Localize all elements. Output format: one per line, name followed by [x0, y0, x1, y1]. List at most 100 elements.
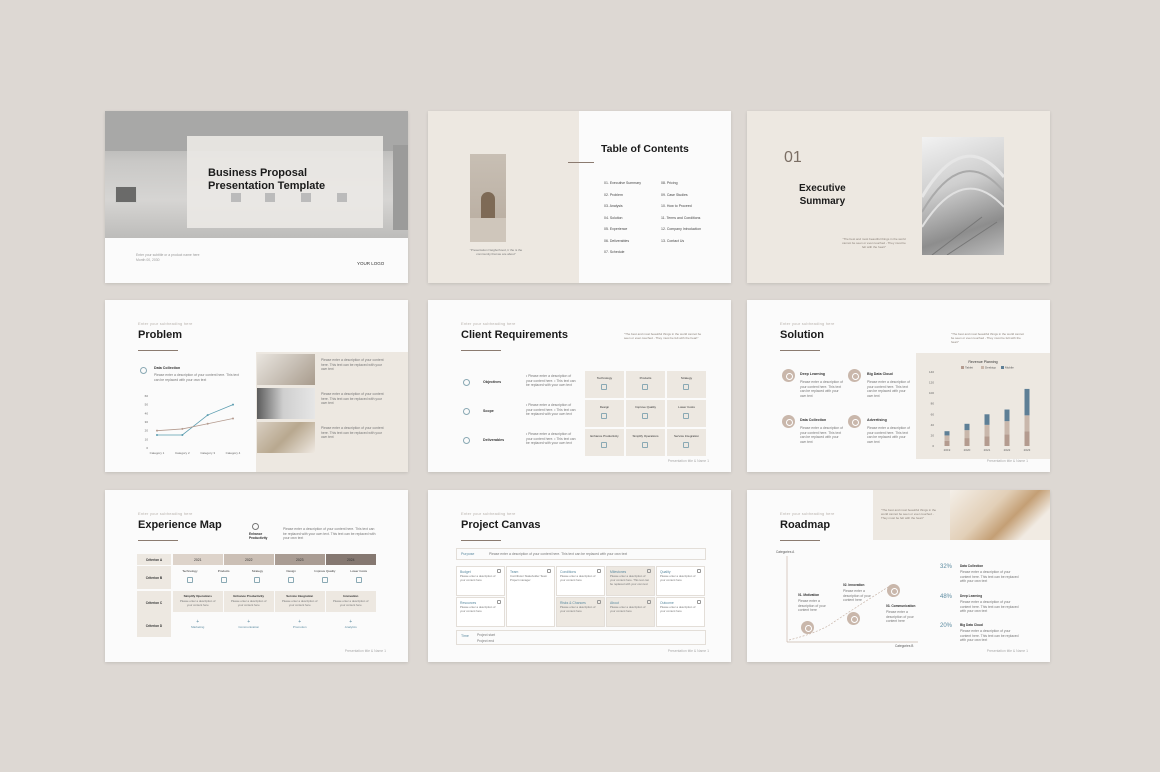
data-point [232, 403, 234, 406]
toc-title: Table of Contents [601, 143, 689, 155]
toc-item[interactable]: 02. Problem [604, 190, 641, 202]
requirement-cell-label: Strategy [680, 376, 693, 380]
requirement-cell-icon [683, 384, 689, 390]
y-tick-label: 0 [146, 446, 148, 450]
toc-item[interactable]: 09. Case Studies [661, 190, 701, 202]
roadmap-step-1: 01. Motivation [798, 593, 820, 597]
row-c-label: Innovation [343, 594, 359, 598]
row-b-icon [220, 577, 227, 583]
target-icon [463, 379, 470, 386]
slide-table-of-contents[interactable]: "Presentation Neigborhood, tr the is the… [428, 111, 731, 283]
requirement-cell-label: Simplify Operations [632, 434, 659, 438]
canvas-box-text: Please enter a description of your conte… [660, 574, 696, 582]
experience-title: Experience Map [138, 519, 222, 531]
cover-date: Month 00, 2030 [136, 257, 160, 262]
roadmap-quote: "The best and most beautiful things in t… [881, 508, 937, 520]
requirement-cell-label: Service Integration [673, 434, 699, 438]
advertising-icon [848, 415, 861, 428]
bar-segment [984, 414, 990, 425]
canvas-box: About Please enter a description of your … [606, 597, 655, 627]
y-tick-label: 30 [145, 420, 149, 424]
toc-item[interactable]: 03. Analysis [604, 201, 641, 213]
row-d-cell: + Marketing [173, 614, 223, 637]
slide-cover[interactable]: Business Proposal Presentation Template … [105, 111, 408, 283]
slide-experience-map[interactable]: Enter your subheading here Experience Ma… [105, 490, 408, 662]
canvas-box-text: Please enter a description of your conte… [460, 574, 496, 582]
canvas-box-icon [597, 569, 601, 573]
toc-item[interactable]: 12. Company Introduction [661, 224, 701, 236]
row-b-icon [254, 577, 261, 583]
wood-curve-photo [950, 490, 1050, 540]
toc-item[interactable]: 08. Pricing [661, 178, 701, 190]
toc-item[interactable]: 04. Solution [604, 213, 641, 225]
row-b-cell: Technology [173, 566, 207, 589]
toc-item[interactable]: 10. How to Proceed [661, 201, 701, 213]
row-c-label: Simplify Operations [183, 594, 212, 598]
x-tick-label: 2020 [964, 448, 971, 452]
canvas-box-text: Please enter a description of your conte… [660, 605, 696, 613]
y-tick-label: 50 [145, 403, 149, 407]
requirement-cell-icon [683, 442, 689, 448]
slide-solution[interactable]: Enter your subheading here Solution "The… [747, 300, 1050, 472]
slide-executive-summary[interactable]: 01 Executive Summary "The best and most … [747, 111, 1050, 283]
row-b-label: Improve Quality [314, 569, 336, 573]
solution-item-text-2: Please enter a description of your conte… [867, 380, 910, 398]
canvas-box-icon [497, 600, 501, 604]
x-tick-label: Category 2 [175, 451, 190, 455]
problem-photo-text-1: Please enter a description of your conte… [321, 358, 384, 372]
problem-photo-text-3: Please enter a description of your conte… [321, 426, 384, 440]
y-tick-label: 120 [929, 381, 934, 385]
canvas-box: Outcome Please enter a description of you… [656, 597, 705, 627]
x-tick-label: 2019 [944, 448, 951, 452]
slide-roadmap[interactable]: Enter your subheading here Roadmap "The … [747, 490, 1050, 662]
toc-item[interactable]: 05. Experience [604, 224, 641, 236]
year-header: 2023 [275, 554, 325, 565]
row-b-cell: Products [207, 566, 241, 589]
row-c-text: Please enter a description of your conte… [333, 599, 369, 607]
requirement-cell: Lower Costs [667, 400, 706, 427]
bar-segment [944, 435, 950, 441]
canvas-box: Conditions Please enter a description of … [556, 566, 605, 596]
requirement-cell-label: Technology [596, 376, 613, 380]
roadmap-title: Roadmap [780, 519, 831, 531]
requirement-cell: Enhance Productivity [585, 429, 624, 456]
row-c-cell: Simplify Operations Please enter a descri… [173, 591, 223, 612]
toc-item[interactable]: 07. Schedule [604, 247, 641, 259]
data-point [181, 434, 184, 436]
problem-section-text: Please enter a description of your conte… [154, 373, 239, 382]
y-tick-label: 80 [931, 402, 935, 406]
bar-segment [1004, 421, 1010, 435]
problem-title: Problem [138, 329, 183, 341]
toc-item[interactable]: 13. Contact Us [661, 236, 701, 248]
criterion-label: Criterion C [137, 591, 171, 614]
roadmap-step-3: 03. Communication [886, 604, 916, 608]
row-b-icon [288, 577, 295, 583]
bar-segment [964, 430, 970, 439]
slide-client-requirements[interactable]: Enter your subheading here Client Requir… [428, 300, 731, 472]
slide-footer: Presentation title & Name 1 [667, 649, 709, 653]
slide-project-canvas[interactable]: Enter your subheading here Project Canva… [428, 490, 731, 662]
requirement-text-objectives: • Please enter a description of your con… [526, 374, 576, 388]
slide-footer: Presentation title & Name 1 [986, 649, 1028, 653]
canvas-box-icon [547, 569, 551, 573]
bar-segment [984, 424, 990, 437]
problem-section-title: Data Collection [154, 366, 181, 370]
problem-line-chart: 0 10 20 30 40 50 60 Category 1 Category 2 Categor… [145, 394, 241, 455]
slide-problem[interactable]: Enter your subheading here Problem Data … [105, 300, 408, 472]
canvas-box-icon [497, 569, 501, 573]
time-start: Project start [477, 633, 496, 637]
requirement-cell-label: Improve Quality [634, 405, 656, 409]
toc-item[interactable]: 11. Terms and Conditions [661, 213, 701, 225]
experience-badge: Enhance Productivity [249, 532, 268, 541]
toc-list-right: 08. Pricing 09. Case Studies 10. How to Pr… [661, 178, 701, 247]
canvas-box-icon [697, 569, 701, 573]
requirement-cell-icon [642, 442, 648, 448]
criterion-label: Criterion B [137, 566, 171, 589]
toc-item[interactable]: 01. Executive Summary [604, 178, 641, 190]
toc-item[interactable]: 06. Deliverables [604, 236, 641, 248]
toc-caption: "Presentation Neigborhood, tr the is the… [469, 248, 523, 256]
chart-title: Revenue Planning [968, 360, 997, 364]
row-c-text: Please enter a description of your conte… [231, 599, 267, 607]
row-c-cell: Service Integration Please enter a descri… [275, 591, 325, 612]
canvas-box: Budget Please enter a description of your… [456, 566, 505, 596]
